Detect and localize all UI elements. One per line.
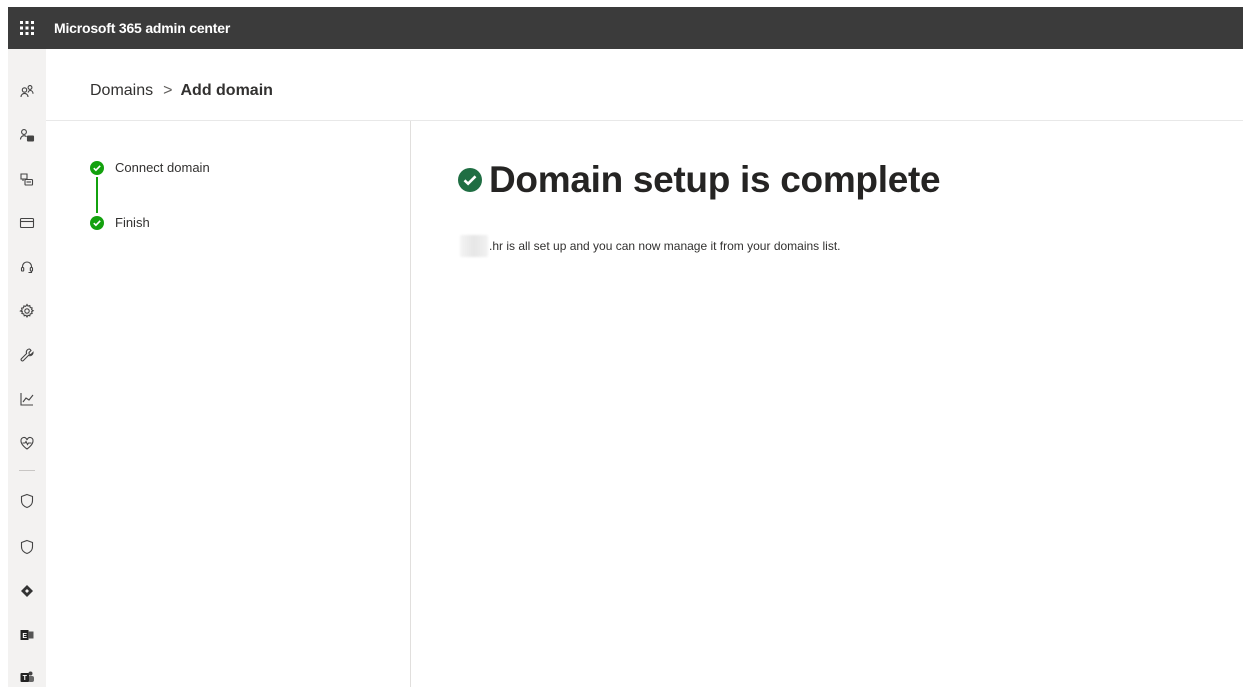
step-complete-check-icon: [90, 215, 104, 230]
left-nav-rail: E T: [8, 49, 46, 687]
reports-chart-icon[interactable]: [8, 387, 46, 411]
completion-heading: Domain setup is complete: [457, 159, 941, 201]
breadcrumb-domains-link[interactable]: Domains: [90, 82, 153, 100]
top-bar: Microsoft 365 admin center: [8, 7, 1243, 49]
app-title[interactable]: Microsoft 365 admin center: [54, 20, 230, 36]
security-shield-icon[interactable]: [8, 489, 46, 513]
completion-message: .hr is all set up and you can now manage…: [460, 235, 841, 257]
step-finish: Finish: [90, 215, 150, 230]
success-check-icon: [457, 167, 483, 193]
rail-divider: [19, 470, 35, 471]
teams-icon[interactable]: T: [8, 665, 46, 689]
health-heart-icon[interactable]: [8, 431, 46, 455]
contacts-icon[interactable]: [8, 123, 46, 147]
step-label: Connect domain: [115, 160, 210, 175]
step-connector: [96, 177, 98, 213]
breadcrumb-separator: >: [163, 82, 173, 99]
settings-gear-icon[interactable]: [8, 299, 46, 323]
app-launcher-icon[interactable]: [8, 7, 46, 49]
redacted-domain-name: [460, 235, 488, 257]
page-title: Domain setup is complete: [489, 159, 941, 200]
groups-icon[interactable]: [8, 167, 46, 191]
completion-message-text: .hr is all set up and you can now manage…: [489, 239, 841, 253]
breadcrumb-current: Add domain: [180, 82, 273, 99]
svg-text:E: E: [22, 633, 27, 640]
exchange-icon[interactable]: E: [8, 623, 46, 647]
svg-text:T: T: [23, 675, 28, 682]
step-label: Finish: [115, 215, 150, 230]
step-complete-check-icon: [90, 160, 104, 175]
step-connect-domain: Connect domain: [90, 160, 210, 175]
wizard-divider: [410, 121, 411, 687]
endpoint-manager-icon[interactable]: [8, 579, 46, 603]
compliance-shield-icon[interactable]: [8, 535, 46, 559]
users-icon[interactable]: [8, 79, 46, 103]
app-frame: Microsoft 365 admin center E T Domains >…: [8, 7, 1243, 687]
header-divider: [46, 120, 1243, 121]
breadcrumb: Domains > Add domain: [90, 79, 273, 103]
billing-icon[interactable]: [8, 211, 46, 235]
setup-wrench-icon[interactable]: [8, 343, 46, 367]
support-headset-icon[interactable]: [8, 255, 46, 279]
